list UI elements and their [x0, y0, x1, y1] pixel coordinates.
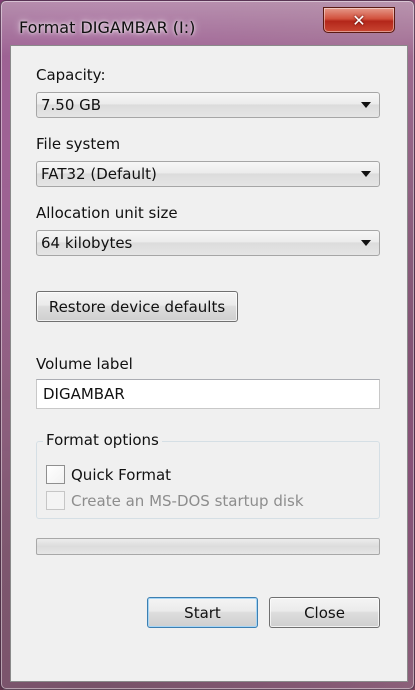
dropdown-arrow-icon — [361, 171, 371, 177]
capacity-select[interactable]: 7.50 GB — [36, 92, 380, 118]
volume-label-label: Volume label — [36, 355, 133, 373]
close-icon: ✕ — [352, 10, 366, 30]
format-dialog-window: Format DIGAMBAR (I:) ✕ Capacity: 7.50 GB… — [0, 0, 415, 690]
allocation-unit-select[interactable]: 64 kilobytes — [36, 230, 380, 256]
msdos-startup-checkbox — [46, 491, 65, 510]
dropdown-arrow-icon — [361, 240, 371, 246]
format-options-group: Format options Quick Format Create an MS… — [36, 431, 380, 519]
msdos-startup-row: Create an MS-DOS startup disk — [46, 491, 304, 510]
allocation-unit-label: Allocation unit size — [36, 204, 178, 222]
file-system-label: File system — [36, 135, 121, 153]
file-system-value: FAT32 (Default) — [41, 165, 157, 183]
volume-label-input[interactable]: DIGAMBAR — [36, 379, 380, 409]
allocation-unit-value: 64 kilobytes — [41, 234, 133, 252]
close-button[interactable]: Close — [269, 597, 380, 628]
start-button[interactable]: Start — [147, 597, 258, 628]
capacity-value: 7.50 GB — [41, 96, 102, 114]
restore-defaults-button[interactable]: Restore device defaults — [36, 291, 238, 322]
format-progress-bar — [36, 538, 380, 555]
format-options-title: Format options — [43, 431, 162, 449]
quick-format-checkbox[interactable] — [46, 465, 65, 484]
msdos-startup-label: Create an MS-DOS startup disk — [71, 491, 304, 510]
capacity-label: Capacity: — [36, 66, 106, 84]
window-close-button[interactable]: ✕ — [323, 7, 395, 33]
window-title: Format DIGAMBAR (I:) — [19, 18, 196, 37]
quick-format-label: Quick Format — [71, 465, 172, 484]
dropdown-arrow-icon — [361, 102, 371, 108]
dialog-client-area: Capacity: 7.50 GB File system FAT32 (Def… — [10, 45, 408, 682]
quick-format-row[interactable]: Quick Format — [46, 465, 171, 484]
file-system-select[interactable]: FAT32 (Default) — [36, 161, 380, 187]
